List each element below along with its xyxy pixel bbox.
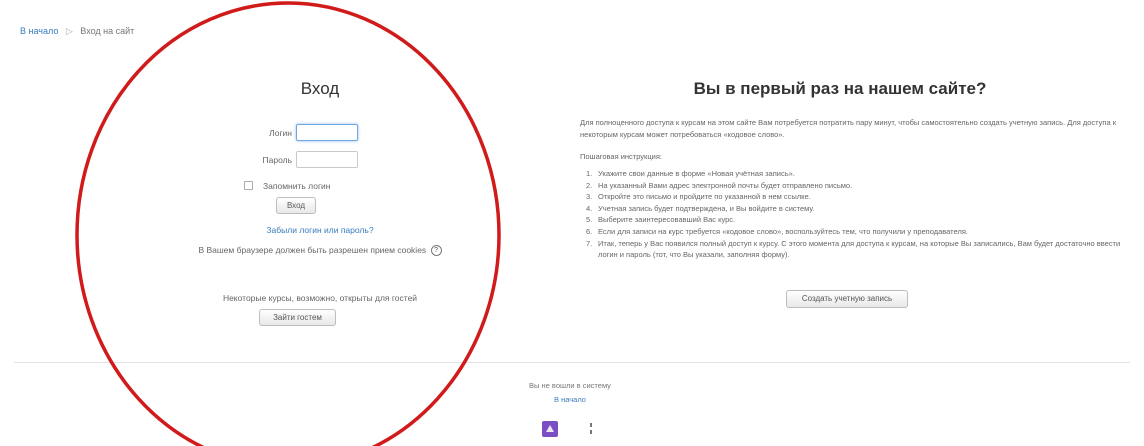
signup-title: Вы в первый раз на нашем сайте? [693,79,987,98]
footer-home-link[interactable]: В начало [470,395,670,404]
step-text: Укажите свои данные в форме «Новая учётн… [598,169,795,178]
step-number: 7. [586,238,593,248]
step-number: 1. [586,169,593,178]
step-number: 4. [586,203,593,213]
step-text: На указанный Вами адрес электронной почт… [598,180,853,190]
username-input[interactable] [296,124,358,141]
help-icon[interactable]: ? [430,245,442,257]
instruction-step: 7. Итак, теперь у Вас появился полный дос… [586,238,1126,261]
step-text: Выберите заинтересовавший Вас курс. [598,215,736,225]
guest-note: Некоторые курсы, возможно, открыты для г… [222,293,418,303]
remember-label: Запомнить логин [263,181,331,191]
breadcrumb-home-link[interactable]: В начало [20,26,58,36]
instruction-step: 6. Если для записи на курс требуется «код… [586,226,1126,238]
step-number: 3. [586,192,593,202]
instruction-step: 5. Выберите заинтересовавший Вас курс. [586,214,1126,226]
remember-checkbox[interactable] [244,181,253,190]
cookies-note-text: В Вашем браузере должен быть разрешен пр… [198,245,427,255]
password-input[interactable] [296,151,358,168]
breadcrumb-separator: ▷ [65,26,73,36]
moodle-logo [542,421,592,437]
logo-dot-bottom [590,430,592,434]
breadcrumb-current: Вход на сайт [80,26,135,36]
instruction-step: 2. На указанный Вами адрес электронной по… [586,180,1126,192]
signup-intro: Для полноценного доступа к курсам на это… [580,118,1117,139]
cookies-note: В Вашем браузере должен быть разрешен пр… [120,245,520,257]
footer-divider [14,362,1130,363]
instruction-step: 4. Учетная запись будет подтверждена, и В… [586,203,1126,215]
step-number: 5. [586,215,593,225]
step-number: 6. [586,226,593,236]
login-title: Вход [300,79,340,98]
username-label: Логин [269,128,292,138]
instructions-list: 1. Укажите свои данные в форме «Новая учё… [586,168,1126,261]
step-text: Учетная запись будет подтверждена, и Вы … [598,203,815,213]
password-label: Пароль [262,155,293,165]
login-status: Вы не вошли в систему [529,381,611,390]
instruction-step: 3. Откройте это письмо и пройдите по указ… [586,191,1126,203]
logo-dot-top [590,423,592,427]
instructions-heading: Пошаговая инструкция: [580,152,662,161]
step-text: Итак, теперь у Вас появился полный досту… [598,238,1121,260]
step-text: Если для записи на курс требуется «кодов… [598,226,968,236]
instruction-step: 1. Укажите свои данные в форме «Новая учё… [586,168,1126,180]
forgot-password-link[interactable]: Забыли логин или пароль? [220,225,420,235]
breadcrumb: В начало ▷ Вход на сайт [20,26,134,37]
step-number: 2. [586,180,593,190]
login-button[interactable]: Вход [276,197,316,214]
create-account-button[interactable]: Создать учетную запись [786,290,908,308]
guest-login-button[interactable]: Зайти гостем [259,309,336,326]
step-text: Откройте это письмо и пройдите по указан… [598,192,811,202]
